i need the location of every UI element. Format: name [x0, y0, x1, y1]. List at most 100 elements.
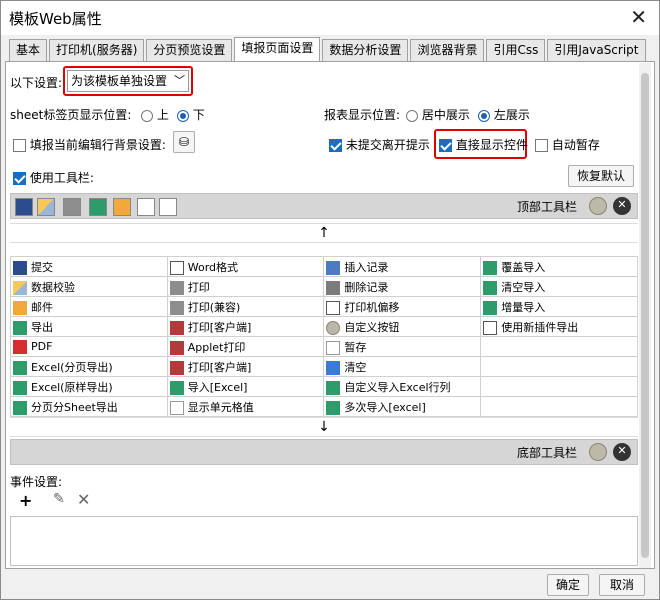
- excel-icon: [13, 400, 27, 415]
- table-row: 邮件 打印(兼容) 打印机偏移 增量导入: [10, 296, 638, 317]
- grid-cell[interactable]: 提交: [10, 256, 168, 277]
- grid-cell[interactable]: 打印[客户端]: [166, 356, 325, 377]
- word-icon: [483, 320, 498, 335]
- grid-cell[interactable]: 多次导入[excel]: [323, 396, 482, 417]
- tab-css[interactable]: 引用Css: [486, 39, 546, 61]
- close-icon[interactable]: ✕: [630, 5, 647, 29]
- grid-cell[interactable]: 分页分Sheet导出: [10, 396, 168, 417]
- radio-top-icon: [141, 109, 153, 122]
- arrow-up-row[interactable]: ↑: [10, 223, 638, 243]
- grid-cell[interactable]: 打印[客户端]: [166, 316, 325, 337]
- report-pos-center[interactable]: 居中展示: [406, 106, 470, 123]
- autosave-option[interactable]: 自动暂存: [535, 136, 600, 153]
- grid-cell[interactable]: 打印: [166, 276, 325, 297]
- save-icon[interactable]: [15, 198, 33, 216]
- gear-icon[interactable]: [589, 443, 607, 461]
- settings-mode-select[interactable]: 为该模板单独设置 ﹀: [67, 70, 189, 92]
- top-toolbar-label: 顶部工具栏: [516, 200, 577, 214]
- export-icon[interactable]: [89, 198, 107, 216]
- tab-printer-server[interactable]: 打印机(服务器): [49, 39, 145, 61]
- close-icon[interactable]: ✕: [613, 197, 631, 215]
- settings-mode-value: 为该模板单独设置: [71, 74, 168, 88]
- tab-javascript[interactable]: 引用JavaScript: [547, 39, 646, 61]
- pencil-icon[interactable]: [37, 198, 55, 216]
- checkbox-fill-bg: [13, 139, 26, 152]
- grid-cell[interactable]: 导入[Excel]: [166, 376, 325, 397]
- excel-icon: [483, 260, 498, 275]
- delete-event-icon[interactable]: ✕: [77, 490, 90, 509]
- table-row: 分页分Sheet导出 显示单元格值 多次导入[excel]: [10, 396, 638, 417]
- restore-default-button[interactable]: 恢复默认: [568, 165, 634, 187]
- below-settings-label: 以下设置:: [10, 76, 63, 90]
- grid-cell[interactable]: 导出: [10, 316, 168, 337]
- white-icon[interactable]: [159, 198, 177, 216]
- delete-icon: [326, 280, 341, 295]
- tab-data-analysis[interactable]: 数据分析设置: [322, 39, 409, 61]
- mail-icon[interactable]: [113, 198, 131, 216]
- grid-cell[interactable]: 邮件: [10, 296, 168, 317]
- grid-cell[interactable]: 显示单元格值: [166, 396, 325, 417]
- sheet-pos-bottom[interactable]: 下: [177, 106, 205, 123]
- bottom-toolbar: 底部工具栏 ✕: [10, 439, 638, 465]
- cancel-button[interactable]: 取消: [599, 574, 645, 596]
- unsubmitted-option[interactable]: 未提交离开提示: [329, 136, 430, 153]
- sheet-pos-top[interactable]: 上: [141, 106, 169, 123]
- radio-center-icon: [406, 109, 418, 122]
- checkbox-autosave: [535, 139, 548, 152]
- word-icon: [169, 260, 184, 275]
- table-row: Excel(分页导出) 打印[客户端] 清空: [10, 356, 638, 377]
- gear-icon[interactable]: [589, 197, 607, 215]
- vertical-scrollbar[interactable]: [639, 63, 651, 568]
- grid-cell[interactable]: 数据校验: [10, 276, 168, 297]
- grid-cell[interactable]: 使用新插件导出: [480, 316, 638, 337]
- grid-cell[interactable]: 打印(兼容): [166, 296, 325, 317]
- sheet-tab-position-label: sheet标签页显示位置:: [10, 108, 132, 122]
- use-toolbar-option[interactable]: 使用工具栏:: [13, 169, 94, 186]
- ok-button[interactable]: 确定: [547, 574, 589, 596]
- table-row: 数据校验 打印 删除记录 清空导入: [10, 276, 638, 297]
- report-pos-left[interactable]: 左展示: [478, 106, 530, 123]
- grid-cell[interactable]: 暂存: [323, 336, 482, 357]
- grid-cell[interactable]: 自定义导入Excel行列: [323, 376, 482, 397]
- grid-cell[interactable]: 插入记录: [323, 256, 482, 277]
- arrow-up-icon: ↑: [318, 225, 330, 241]
- direct-control-option[interactable]: 直接显示控件: [439, 136, 528, 153]
- grid-cell[interactable]: 打印机偏移: [323, 296, 482, 317]
- import-excel-icon: [169, 380, 184, 395]
- grid-cell[interactable]: 覆盖导入: [480, 256, 638, 277]
- grid-cell[interactable]: Excel(分页导出): [10, 356, 168, 377]
- arrow-down-icon: ↓: [318, 419, 330, 435]
- grid-cell[interactable]: Excel(原样导出): [10, 376, 168, 397]
- grid-cell[interactable]: 删除记录: [323, 276, 482, 297]
- tab-basic[interactable]: 基本: [9, 39, 48, 61]
- close-icon[interactable]: ✕: [613, 443, 631, 461]
- grid-cell[interactable]: Applet打印: [166, 336, 325, 357]
- grid-cell[interactable]: PDF: [10, 336, 168, 357]
- brush-icon[interactable]: ⛁: [173, 131, 195, 153]
- grid-cell[interactable]: 清空导入: [480, 276, 638, 297]
- grid-cell[interactable]: 自定义按钮: [323, 316, 482, 337]
- grid-cell[interactable]: 增量导入: [480, 296, 638, 317]
- table-row: 提交 Word格式 插入记录 覆盖导入: [10, 256, 638, 277]
- print-icon[interactable]: [63, 198, 81, 216]
- scroll-thumb[interactable]: [641, 73, 649, 558]
- tab-fill-page-settings[interactable]: 填报页面设置: [234, 37, 321, 61]
- excel-icon: [483, 300, 498, 315]
- add-event-icon[interactable]: +: [19, 491, 32, 510]
- save-icon: [13, 260, 27, 275]
- grid-cell[interactable]: 清空: [323, 356, 482, 377]
- fill-bg-option[interactable]: 填报当前编辑行背景设置:: [13, 136, 166, 153]
- tab-browser-background[interactable]: 浏览器背景: [410, 39, 485, 61]
- web-properties-dialog: 模板Web属性 ✕ 基本 打印机(服务器) 分页预览设置 填报页面设置 数据分析…: [0, 0, 660, 600]
- grid-cell[interactable]: Word格式: [166, 256, 325, 277]
- events-label: 事件设置:: [10, 475, 63, 489]
- chevron-down-icon: ﹀: [174, 74, 185, 87]
- arrow-down-row[interactable]: ↓: [10, 417, 638, 437]
- edit-event-icon[interactable]: ✎: [53, 491, 65, 507]
- checkbox-direct-control: [439, 139, 452, 152]
- tab-paging-preview[interactable]: 分页预览设置: [146, 39, 233, 61]
- move-icon[interactable]: [137, 198, 155, 216]
- title-bar: 模板Web属性 ✕: [1, 1, 659, 35]
- table-row: Excel(原样导出) 导入[Excel] 自定义导入Excel行列: [10, 376, 638, 397]
- pencil-icon: [13, 280, 27, 295]
